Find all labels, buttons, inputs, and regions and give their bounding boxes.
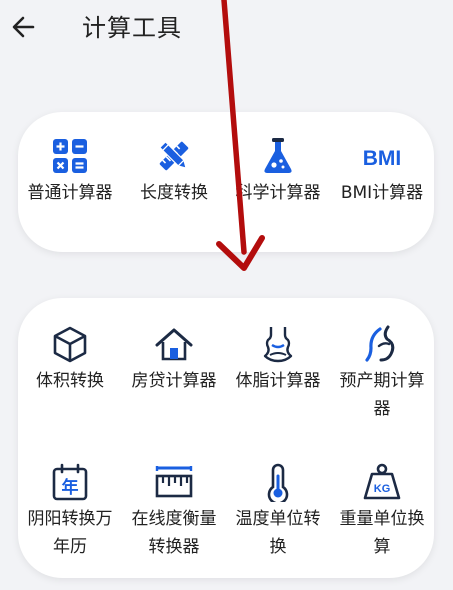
tool-lunar-calendar[interactable]: 年 阴阳转换万年历 — [18, 462, 122, 561]
tool-label: 房贷计算器 — [131, 371, 217, 391]
thermometer-icon — [267, 463, 289, 502]
tool-length-converter[interactable]: 长度转换 — [122, 136, 226, 207]
flask-icon — [264, 138, 292, 173]
tool-scientific-calculator[interactable]: 科学计算器 — [226, 136, 330, 207]
tool-label: 预产期计算器 — [339, 371, 425, 419]
tool-label: 温度单位转换 — [235, 509, 321, 557]
basic-tools-card: 普通计算器 长度转换 科学计算器 BMI BMI计算器 — [18, 112, 434, 252]
tool-due-date-calculator[interactable]: 预产期计算器 — [330, 324, 434, 423]
page-title: 计算工具 — [82, 14, 182, 42]
tool-label: 体脂计算器 — [235, 371, 321, 391]
calendar-icon: 年 — [52, 463, 88, 501]
back-arrow-icon[interactable] — [9, 10, 43, 44]
tool-label: 科学计算器 — [235, 183, 321, 203]
tool-body-fat-calculator[interactable]: 体脂计算器 — [226, 324, 330, 395]
calculator-icon — [53, 139, 87, 173]
tool-label: 在线度衡量转换器 — [131, 509, 217, 557]
pencil-ruler-icon — [159, 141, 189, 171]
tool-label: 体积转换 — [36, 371, 104, 391]
tool-weight-converter[interactable]: KG 重量单位换算 — [330, 462, 434, 561]
tool-bmi-calculator[interactable]: BMI BMI计算器 — [330, 136, 434, 207]
tool-label: 重量单位换算 — [339, 509, 425, 557]
house-icon — [155, 328, 193, 361]
weight-icon-text: KG — [374, 483, 391, 495]
tool-standard-calculator[interactable]: 普通计算器 — [18, 136, 122, 207]
tool-mortgage-calculator[interactable]: 房贷计算器 — [122, 324, 226, 395]
app-header: 计算工具 — [0, 0, 453, 60]
calendar-icon-text: 年 — [62, 477, 79, 498]
bmi-icon: BMI — [363, 147, 402, 170]
cube-icon — [53, 326, 87, 363]
tool-temperature-converter[interactable]: 温度单位转换 — [226, 462, 330, 561]
pregnancy-icon — [365, 325, 395, 362]
weight-icon: KG — [363, 463, 401, 500]
bmi-icon-text: BMI — [363, 147, 402, 170]
converter-tools-card: 体积转换 房贷计算器 体脂计算器 预产期计算器 年 阴阳转换万年历 在线度衡量转… — [18, 298, 434, 578]
ruler-icon — [155, 466, 193, 498]
tool-volume-converter[interactable]: 体积转换 — [18, 324, 122, 395]
tool-label: 阴阳转换万年历 — [27, 509, 113, 557]
tool-label: BMI计算器 — [340, 183, 424, 203]
swimsuit-icon — [263, 327, 293, 363]
tool-label: 普通计算器 — [27, 183, 113, 203]
tool-label: 长度转换 — [140, 183, 208, 203]
tool-measurement-converter[interactable]: 在线度衡量转换器 — [122, 462, 226, 561]
